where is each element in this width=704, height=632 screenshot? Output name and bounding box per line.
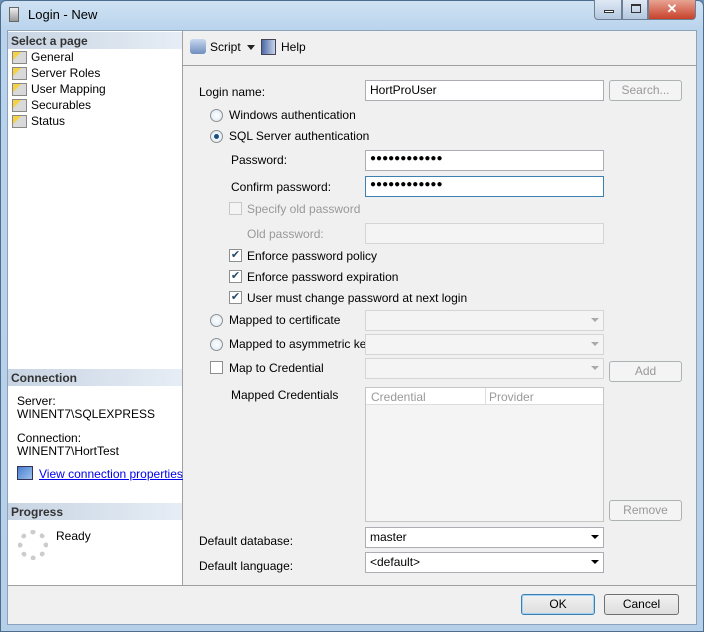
column-header-provider[interactable]: Provider: [489, 390, 534, 404]
chevron-down-icon: [591, 366, 599, 370]
old-password-input[interactable]: [365, 223, 604, 244]
toolbar-divider: [183, 65, 696, 66]
connection-value: WINENT7\HortTest: [17, 444, 120, 458]
password-input[interactable]: ●●●●●●●●●●●●: [365, 150, 604, 171]
progress-status: Ready: [56, 529, 91, 543]
page-label: User Mapping: [31, 82, 106, 96]
close-button[interactable]: ✕: [648, 0, 696, 20]
help-icon: [261, 39, 276, 55]
page-item-general[interactable]: General: [12, 49, 74, 65]
enforce-policy-label: Enforce password policy: [247, 249, 378, 263]
script-dropdown-icon[interactable]: [247, 45, 255, 50]
ok-button[interactable]: OK: [521, 594, 595, 615]
page-item-securables[interactable]: Securables: [12, 97, 91, 113]
default-database-value: master: [370, 530, 407, 544]
page-item-user-mapping[interactable]: User Mapping: [12, 81, 106, 97]
view-connection-properties-link[interactable]: View connection properties: [39, 467, 183, 481]
page-label: Server Roles: [31, 66, 101, 80]
enforce-expiration-label: Enforce password expiration: [247, 270, 399, 284]
column-header-credential[interactable]: Credential: [371, 390, 426, 404]
maximize-button[interactable]: [622, 0, 648, 20]
footer-divider: [8, 585, 696, 586]
close-icon: ✕: [666, 1, 678, 16]
sql-auth-radio[interactable]: [210, 130, 223, 143]
chevron-down-icon: [591, 342, 599, 346]
page-label: Securables: [31, 98, 92, 112]
login-name-input[interactable]: HortProUser: [365, 80, 604, 101]
enforce-policy-checkbox[interactable]: ✔: [229, 249, 242, 262]
connection-header: Connection: [8, 369, 182, 386]
page-item-server-roles[interactable]: Server Roles: [12, 65, 100, 81]
mapped-certificate-label: Mapped to certificate: [229, 313, 341, 327]
progress-header: Progress: [8, 503, 182, 520]
default-database-combo[interactable]: master: [365, 527, 604, 548]
connection-label: Connection:: [17, 431, 82, 445]
maximize-icon: [631, 4, 641, 13]
sql-auth-label: SQL Server authentication: [229, 129, 370, 143]
default-language-value: <default>: [370, 555, 421, 569]
page-label: Status: [31, 114, 66, 128]
minimize-button[interactable]: [594, 0, 622, 20]
page-icon: [12, 98, 27, 112]
select-page-header: Select a page: [8, 32, 182, 49]
specify-old-password-checkbox[interactable]: [229, 202, 242, 215]
server-value: WINENT7\SQLEXPRESS: [17, 407, 156, 421]
login-name-label: Login name:: [199, 85, 266, 99]
map-credential-checkbox[interactable]: [210, 361, 223, 374]
mapped-certificate-radio[interactable]: [210, 314, 223, 327]
credential-combo[interactable]: [365, 358, 604, 379]
asymmetric-key-combo[interactable]: [365, 334, 604, 355]
map-credential-label: Map to Credential: [229, 361, 324, 375]
chevron-down-icon: [591, 535, 599, 539]
page-icon: [12, 50, 27, 64]
script-button[interactable]: Script: [210, 40, 241, 54]
default-database-label: Default database:: [199, 534, 294, 548]
page-icon: [12, 114, 27, 128]
script-icon: [190, 39, 206, 54]
windows-auth-radio[interactable]: [210, 109, 223, 122]
remove-button[interactable]: Remove: [609, 500, 682, 521]
page-item-status[interactable]: Status: [12, 113, 65, 129]
password-label: Password:: [231, 153, 288, 167]
specify-old-password-label: Specify old password: [247, 202, 361, 216]
server-label: Server:: [17, 394, 56, 408]
mapped-credentials-label: Mapped Credentials: [231, 388, 339, 402]
add-button[interactable]: Add: [609, 361, 682, 382]
cancel-button[interactable]: Cancel: [604, 594, 679, 615]
page-icon: [12, 82, 27, 96]
confirm-password-input[interactable]: ●●●●●●●●●●●●: [365, 176, 604, 197]
enforce-expiration-checkbox[interactable]: ✔: [229, 270, 242, 283]
chevron-down-icon: [591, 318, 599, 322]
default-language-label: Default language:: [199, 559, 294, 573]
certificate-combo[interactable]: [365, 310, 604, 331]
app-icon: [9, 7, 19, 22]
mapped-asymmetric-key-radio[interactable]: [210, 338, 223, 351]
window-title: Login - New: [28, 7, 98, 22]
page-label: General: [31, 50, 74, 64]
must-change-checkbox[interactable]: ✔: [229, 291, 242, 304]
minimize-icon: [604, 10, 614, 13]
default-language-combo[interactable]: <default>: [365, 552, 604, 573]
help-button[interactable]: Help: [281, 40, 306, 54]
confirm-password-label: Confirm password:: [231, 180, 332, 194]
chevron-down-icon: [591, 560, 599, 564]
page-icon: [12, 66, 27, 80]
old-password-label: Old password:: [247, 227, 324, 241]
must-change-label: User must change password at next login: [247, 291, 468, 305]
connection-properties-icon: [17, 466, 33, 480]
windows-auth-label: Windows authentication: [229, 108, 356, 122]
search-button[interactable]: Search...: [609, 80, 682, 101]
mapped-asymmetric-key-label: Mapped to asymmetric key: [229, 337, 373, 351]
progress-spinner-icon: [18, 530, 48, 560]
mapped-credentials-grid[interactable]: Credential Provider: [365, 387, 604, 522]
